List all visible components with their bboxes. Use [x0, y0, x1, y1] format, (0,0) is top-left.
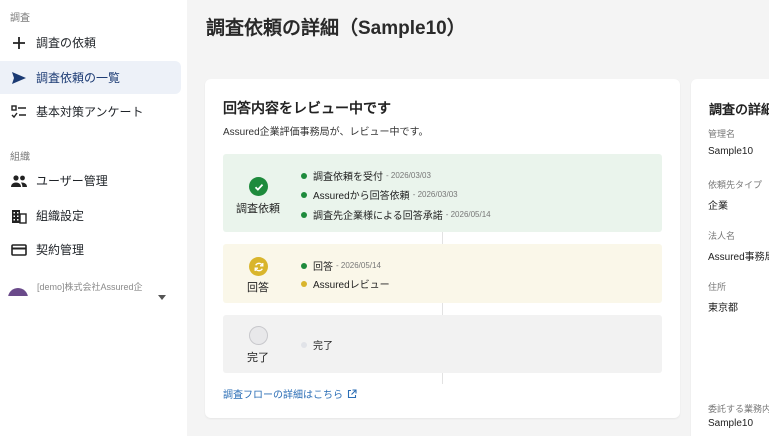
field-value: Assured事務局 — [708, 252, 769, 263]
timeline-event: 調査先企業様による回答承諾 - 2026/05/14 — [301, 207, 491, 222]
flow-details-link-label: 調査フローの詳細はこちら — [223, 390, 343, 401]
field-value: Sample10 — [708, 146, 754, 157]
timeline-event: Assuredから回答依頼 - 2026/03/03 — [301, 187, 458, 202]
sidebar-item-org-settings[interactable]: 組織設定 — [0, 199, 181, 232]
step-complete: 完了 完了 — [223, 315, 662, 373]
status-dot — [301, 211, 307, 218]
sidebar-item-user-management[interactable]: ユーザー管理 — [0, 164, 181, 197]
status-dot — [301, 172, 307, 179]
field-value: Sample10 — [708, 418, 754, 429]
field-label: 管理名 — [708, 129, 736, 139]
section-label-survey: 調査 — [10, 13, 30, 24]
organization-switcher[interactable]: [demo]株式会社Assured企 — [8, 280, 180, 310]
status-dot — [301, 262, 307, 269]
flow-details-link[interactable]: 調査フローの詳細はこちら — [223, 386, 357, 401]
check-circle-icon — [249, 177, 268, 196]
credit-card-icon — [10, 241, 28, 259]
detail-title: 調査の詳細 — [709, 102, 769, 117]
people-icon — [10, 172, 28, 190]
timeline-event: Assuredレビュー — [301, 276, 390, 291]
review-status-card: 回答内容をレビュー中です Assured企業評価事務局が、レビュー中です。 調査… — [205, 79, 680, 418]
sidebar-item-new-request[interactable]: 調査の依頼 — [0, 26, 181, 59]
sidebar-item-label: 契約管理 — [36, 243, 85, 257]
sidebar-item-label: 調査の依頼 — [36, 36, 97, 50]
status-dot — [301, 280, 307, 287]
field-label: 法人名 — [708, 231, 736, 241]
status-dot — [301, 341, 307, 348]
page-title: 調査依頼の詳細（Sample10） — [206, 18, 466, 39]
section-label-org: 組織 — [10, 152, 30, 163]
event-text: 調査先企業様による回答承諾 — [313, 211, 443, 222]
status-dot — [301, 191, 307, 198]
event-text: 完了 — [313, 341, 333, 352]
status-subtitle: Assured企業評価事務局が、レビュー中です。 — [223, 127, 429, 138]
step-answer: 回答 回答 - 2026/05/14 Assuredレビュー — [223, 244, 662, 303]
sidebar-item-label: 組織設定 — [36, 209, 85, 223]
request-detail-card: 調査の詳細 管理名 Sample10 依頼先タイプ 企業 法人名 Assured… — [691, 79, 769, 436]
external-link-icon — [347, 388, 357, 398]
event-date: - 2026/03/03 — [412, 190, 458, 199]
empty-circle-icon — [249, 326, 268, 345]
sidebar: 調査 調査の依頼 調査依頼の一覧 基本対策アンケート 組織 ユーザー管理 組織設… — [0, 0, 187, 436]
building-icon — [10, 207, 28, 225]
field-value: 東京都 — [708, 303, 738, 314]
sidebar-item-request-list[interactable]: 調査依頼の一覧 — [0, 61, 181, 94]
timeline-event: 回答 - 2026/05/14 — [301, 258, 381, 273]
event-text: Assuredから回答依頼 — [313, 191, 410, 202]
field-label: 住所 — [708, 282, 727, 292]
step-label: 調査依頼 — [236, 203, 280, 215]
sidebar-item-label: 調査依頼の一覧 — [36, 71, 121, 85]
sync-icon — [249, 257, 268, 276]
plus-icon — [10, 34, 28, 52]
send-icon — [10, 69, 28, 87]
field-label: 依頼先タイプ — [708, 180, 763, 190]
timeline-event: 調査依頼を受付 - 2026/03/03 — [301, 168, 431, 183]
status-title: 回答内容をレビュー中です — [223, 100, 391, 116]
timeline-event: 完了 — [301, 337, 333, 352]
sidebar-item-contract-management[interactable]: 契約管理 — [0, 233, 181, 266]
event-text: 回答 — [313, 262, 333, 273]
step-label: 回答 — [247, 282, 269, 294]
step-label: 完了 — [247, 352, 269, 364]
event-text: Assuredレビュー — [313, 280, 390, 291]
organization-name: [demo]株式会社Assured企 — [37, 282, 143, 292]
sidebar-item-basic-survey[interactable]: 基本対策アンケート — [0, 95, 181, 128]
sidebar-item-label: ユーザー管理 — [36, 174, 108, 188]
chevron-down-icon[interactable] — [158, 295, 166, 300]
field-value: 企業 — [708, 201, 728, 212]
step-request: 調査依頼 調査依頼を受付 - 2026/03/03 Assuredから回答依頼 … — [223, 154, 662, 232]
field-label: 委託する業務内 — [708, 404, 769, 414]
event-date: - 2026/05/14 — [336, 261, 381, 270]
checklist-icon — [10, 103, 28, 121]
event-text: 調査依頼を受付 — [313, 172, 383, 183]
avatar — [8, 288, 28, 296]
sidebar-item-label: 基本対策アンケート — [36, 105, 144, 119]
event-date: - 2026/03/03 — [386, 171, 431, 180]
event-date: - 2026/05/14 — [445, 210, 491, 219]
